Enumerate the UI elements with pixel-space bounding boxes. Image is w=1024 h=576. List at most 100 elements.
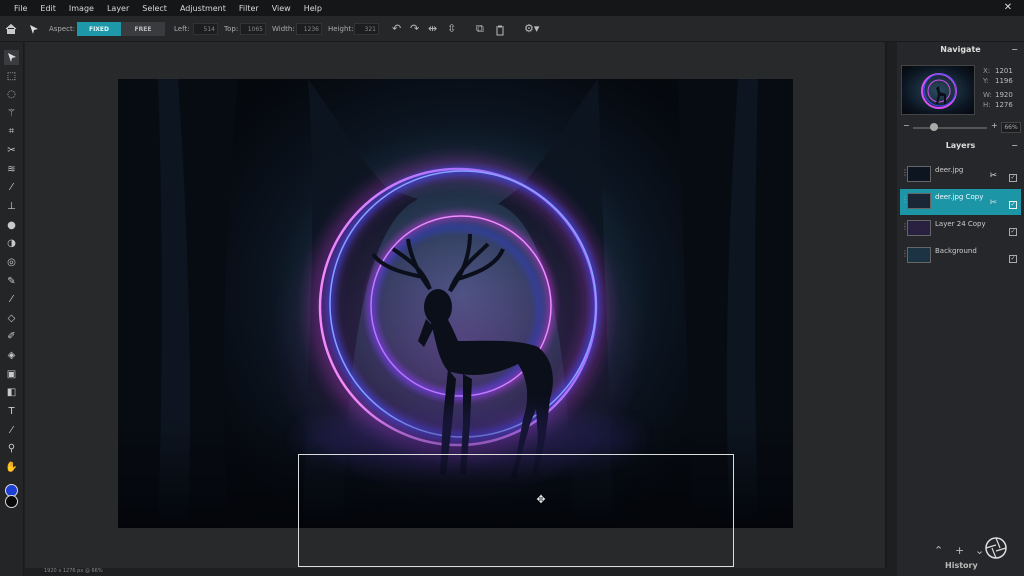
status-bar: 1920 x 1276 px @ 66% (44, 568, 103, 574)
move-icon[interactable] (4, 50, 19, 65)
height-label: Height: (328, 25, 354, 33)
collapse-layers-icon[interactable]: − (1011, 138, 1018, 154)
navigate-title: Navigate (940, 45, 981, 54)
height-input[interactable]: 321 (354, 23, 379, 35)
zoom-icon[interactable]: ⚲ (4, 441, 19, 456)
menu-bar: File Edit Image Layer Select Adjustment … (0, 0, 1024, 16)
crop-icon[interactable]: ⌗ (4, 124, 19, 139)
layer-thumbnail (907, 247, 931, 263)
visibility-checkbox[interactable]: ✓ (1009, 174, 1017, 182)
zoom-slider-handle[interactable] (930, 123, 938, 131)
x-value: 1201 (995, 67, 1013, 75)
trash-icon[interactable] (495, 21, 511, 37)
top-input[interactable]: 1065 (240, 23, 266, 35)
scissors-icon[interactable]: ✂ (4, 143, 19, 158)
scissors-icon[interactable]: ✂ (989, 198, 997, 208)
flip-horizontal-icon[interactable]: ⇹ (428, 21, 444, 37)
menu-file[interactable]: File (14, 4, 27, 13)
navigate-header: Navigate − (897, 42, 1024, 58)
dodge-icon[interactable]: ◎ (4, 255, 19, 270)
lasso-icon[interactable]: ◌ (4, 87, 19, 102)
chevron-up-icon[interactable]: ⌃ (934, 544, 943, 557)
visibility-checkbox[interactable]: ✓ (1009, 201, 1017, 209)
add-layer-icon[interactable]: + (955, 544, 964, 557)
menu-filter[interactable]: Filter (239, 4, 259, 13)
pencil-icon[interactable]: ✐ (4, 329, 19, 344)
nav-x: X: 1201 (983, 67, 1013, 75)
zoom-in-icon[interactable]: + (991, 121, 998, 130)
secondary-color-swatch[interactable] (5, 495, 18, 508)
type-icon[interactable]: T (4, 404, 19, 419)
flip-vertical-icon[interactable]: ⇳ (447, 21, 463, 37)
layer-thumbnail (907, 220, 931, 236)
menu-image[interactable]: Image (69, 4, 94, 13)
layer-row[interactable]: ⋮ deer.jpg ✂ ✓ (900, 162, 1021, 188)
zoom-control: − + 66% (903, 121, 1021, 134)
y-value: 1196 (995, 77, 1013, 85)
layer-name: Background (935, 247, 977, 255)
aspect-fixed-button[interactable]: FIXED (77, 22, 121, 36)
blur-icon[interactable]: ● (4, 218, 19, 233)
menu-view[interactable]: View (272, 4, 291, 13)
collapse-navigate-icon[interactable]: − (1011, 42, 1018, 58)
layer-row[interactable]: ⋮ Background ✓ (900, 243, 1021, 269)
aspect-label: Aspect: (49, 25, 76, 33)
chevron-down-icon[interactable]: ⌄ (975, 544, 984, 557)
h-value: 1276 (995, 101, 1013, 109)
visibility-checkbox[interactable]: ✓ (1009, 255, 1017, 263)
pen-icon[interactable]: ✎ (4, 274, 19, 289)
aspect-free-button[interactable]: FREE (121, 22, 165, 36)
close-icon[interactable]: ✕ (1002, 2, 1014, 14)
duplicate-icon[interactable]: ⧉ (476, 21, 492, 37)
hand-icon[interactable]: ✋ (4, 460, 19, 475)
menu-select[interactable]: Select (142, 4, 167, 13)
x-label: X: (983, 67, 991, 75)
vertical-scrollbar[interactable] (885, 42, 887, 568)
menu-layer[interactable]: Layer (107, 4, 129, 13)
layer-name: deer.jpg Copy (935, 193, 984, 201)
width-input[interactable]: 1236 (296, 23, 322, 35)
sponge-icon[interactable]: ◑ (4, 236, 19, 251)
app-logo-icon (984, 536, 1008, 560)
color-picker-icon[interactable]: ⁄ (4, 423, 19, 438)
layer-row-selected[interactable]: ⋮ deer.jpg Copy ✂ ✓ (900, 189, 1021, 215)
h-label: H: (983, 101, 991, 109)
eraser-icon[interactable]: ◇ (4, 311, 19, 326)
bucket-icon[interactable]: ◈ (4, 348, 19, 363)
menu-help[interactable]: Help (304, 4, 322, 13)
y-label: Y: (983, 77, 989, 85)
history-tab[interactable]: History (945, 561, 978, 570)
home-icon[interactable] (5, 16, 19, 42)
w-label: W: (983, 91, 992, 99)
menu-edit[interactable]: Edit (40, 4, 56, 13)
zoom-slider[interactable] (913, 127, 987, 129)
menu-adjustment[interactable]: Adjustment (180, 4, 226, 13)
move-tool-indicator-icon (29, 16, 41, 42)
brush-icon[interactable]: ⁄ (4, 292, 19, 307)
clone-stamp-icon[interactable]: ⊥ (4, 199, 19, 214)
zoom-input[interactable]: 66% (1001, 122, 1021, 133)
layer-name: Layer 24 Copy (935, 220, 986, 228)
shape-icon[interactable]: ◧ (4, 385, 19, 400)
layer-row[interactable]: ⋮ Layer 24 Copy ✓ (900, 216, 1021, 242)
left-input[interactable]: 514 (193, 23, 218, 35)
layer-thumbnail (907, 166, 931, 182)
scissors-icon[interactable]: ✂ (989, 171, 997, 181)
layer-thumbnail (907, 193, 931, 209)
zoom-out-icon[interactable]: − (903, 121, 910, 130)
left-label: Left: (174, 25, 190, 33)
crop-selection-box[interactable] (298, 454, 734, 567)
navigator-thumbnail[interactable] (901, 65, 975, 115)
nav-y: Y: 1196 (983, 77, 1013, 85)
rotate-left-icon[interactable]: ↶ (392, 21, 408, 37)
top-label: Top: (224, 25, 239, 33)
layer-name: deer.jpg (935, 166, 964, 174)
visibility-checkbox[interactable]: ✓ (1009, 228, 1017, 236)
magic-wand-icon[interactable]: ⚚ (4, 106, 19, 121)
rotate-right-icon[interactable]: ↷ (410, 21, 426, 37)
gradient-icon[interactable]: ▣ (4, 367, 19, 382)
liquify-icon[interactable]: ≋ (4, 162, 19, 177)
settings-gear-icon[interactable]: ⚙▾ (524, 21, 546, 37)
marquee-icon[interactable]: ⬚ (4, 69, 19, 84)
eyedropper-icon[interactable]: ⁄ (4, 180, 19, 195)
